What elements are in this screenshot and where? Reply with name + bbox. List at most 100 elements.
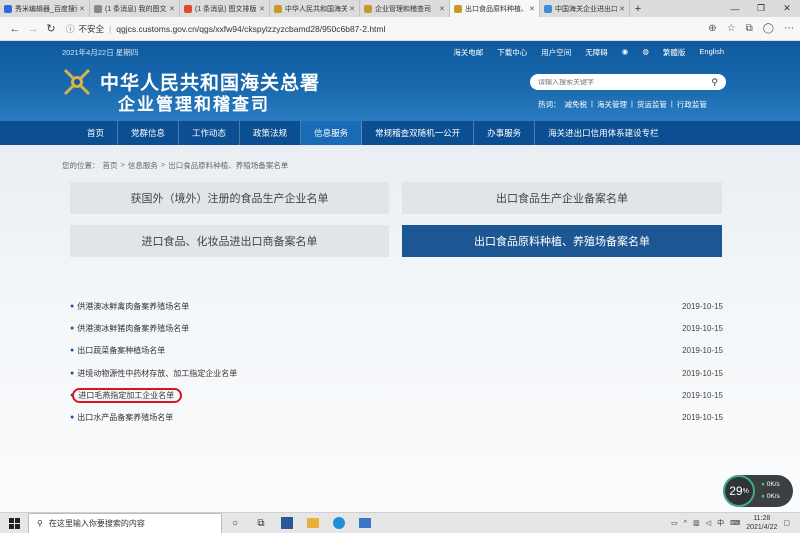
tab-close-icon[interactable]: ✕	[619, 5, 625, 13]
document-list: ● 供港澳冰鲜禽肉备案养殖场名单 2019-10-15 ● 供港澳冰鲜猪肉备案养…	[70, 295, 723, 429]
tab-label: 秀米编辑器_百度搜索	[15, 5, 78, 13]
forward-icon[interactable]: →	[24, 20, 42, 38]
network-icon[interactable]: ▥	[693, 519, 700, 527]
category-export-producers[interactable]: 出口食品生产企业备案名单	[402, 182, 722, 214]
tab-label: 中国海关企业进出口	[555, 5, 618, 13]
tray-app-icon[interactable]: ▭	[671, 519, 678, 527]
cortana-icon[interactable]: ○	[222, 513, 248, 533]
profile-icon[interactable]: ◯	[763, 23, 774, 34]
notification-icon[interactable]: ▢	[783, 519, 790, 527]
tab-close-icon[interactable]: ✕	[259, 5, 265, 13]
hot-word[interactable]: 减免税	[565, 99, 588, 110]
browser-tab[interactable]: 中华人民共和国海关 ✕	[270, 0, 360, 17]
percent-unit: %	[742, 487, 749, 495]
site-subtitle: 企业管理和稽查司	[118, 95, 270, 115]
taskbar-search-box[interactable]: ⚲ 在这里输入你要搜索的内容	[28, 512, 222, 533]
browser-tab[interactable]: 中国海关企业进出口 ✕	[540, 0, 630, 17]
browser-tab-active[interactable]: 出口食品原料种植、 ✕	[450, 0, 540, 17]
nav-item-credit[interactable]: 海关进出口信用体系建设专栏	[535, 121, 672, 145]
nav-item-info-service[interactable]: 信息服务	[301, 121, 363, 145]
bullet-icon: ●	[70, 414, 75, 422]
address-bar-icons: ⊕ ☆ ⧉ ◯ ⋯	[708, 23, 794, 34]
top-link-traditional[interactable]: 繁體版	[663, 47, 686, 58]
breadcrumb-home[interactable]: 首页	[103, 160, 118, 171]
collections-icon[interactable]: ⧉	[746, 23, 753, 34]
tab-favicon-icon	[454, 4, 462, 13]
edge-icon[interactable]	[326, 513, 352, 533]
favorite-icon[interactable]: ☆	[727, 23, 736, 34]
top-link-email[interactable]: 海关电邮	[453, 47, 483, 58]
main-nav: 首页 党群信息 工作动态 政策法规 信息服务 常规稽查双随机一公开 办事服务 海…	[0, 121, 800, 145]
nav-item-work[interactable]: 工作动态	[179, 121, 241, 145]
file-explorer-icon[interactable]	[300, 513, 326, 533]
top-link-accessibility[interactable]: 无障碍	[585, 47, 608, 58]
breadcrumb-info-service[interactable]: 信息服务	[128, 160, 158, 171]
task-view-icon[interactable]: ⧉	[248, 513, 274, 533]
new-tab-button[interactable]: +	[630, 0, 646, 17]
tab-label: (1 条消息) 图文排版	[195, 5, 257, 13]
category-import-traders[interactable]: 进口食品、化妆品进出口商备案名单	[70, 225, 389, 257]
search-icon[interactable]: ⚲	[711, 77, 718, 88]
nav-item-party[interactable]: 党群信息	[118, 121, 180, 145]
minimize-icon[interactable]: —	[722, 0, 748, 17]
top-link-download[interactable]: 下载中心	[497, 47, 527, 58]
nav-item-random-audit[interactable]: 常规稽查双随机一公开	[362, 121, 475, 145]
browser-tab[interactable]: (1 条消息) 图文排版 ✕	[180, 0, 270, 17]
tab-close-icon[interactable]: ✕	[349, 5, 355, 13]
tab-favicon-icon	[94, 4, 102, 13]
close-window-icon[interactable]: ✕	[774, 0, 800, 17]
chevron-up-icon[interactable]: ^	[684, 520, 687, 527]
category-planting-breeding[interactable]: 出口食品原料种植、养殖场备案名单	[402, 225, 722, 257]
hot-word[interactable]: 行政监管	[677, 99, 707, 110]
site-search-input[interactable]	[538, 78, 712, 86]
list-item[interactable]: ● 供港澳冰鲜猪肉备案养殖场名单 2019-10-15	[70, 317, 723, 339]
top-link-user-space[interactable]: 用户空间	[541, 47, 571, 58]
tab-close-icon[interactable]: ✕	[79, 5, 85, 13]
more-icon[interactable]: ⋯	[784, 23, 794, 34]
browser-tab[interactable]: 企业管理和稽查司 ✕	[360, 0, 450, 17]
tab-favicon-icon	[4, 4, 12, 13]
list-item-highlighted[interactable]: ● 进口毛燕指定加工企业名单 2019-10-15	[70, 384, 723, 406]
maximize-icon[interactable]: ❐	[748, 0, 774, 17]
url-field[interactable]: ⓘ 不安全 | qgjcs.customs.gov.cn/qgs/xxfw94/…	[66, 20, 686, 38]
refresh-icon[interactable]: ↻	[42, 20, 60, 38]
hot-word[interactable]: 海关管理	[597, 99, 627, 110]
back-icon[interactable]: ←	[6, 20, 24, 38]
list-item-date: 2019-10-15	[682, 346, 723, 356]
nav-item-service[interactable]: 办事服务	[474, 121, 536, 145]
list-item[interactable]: ● 进境动物源性中药材存放、加工指定企业名单 2019-10-15	[70, 362, 723, 384]
category-foreign-registered[interactable]: 获国外（境外）注册的食品生产企业名单	[70, 182, 389, 214]
word-icon[interactable]	[274, 513, 300, 533]
tab-label: 中华人民共和国海关	[285, 5, 348, 13]
windows-taskbar: ⚲ 在这里输入你要搜索的内容 ○ ⧉ ▭ ^ ▥ ◁ 中 ⌨ 11:28 202…	[0, 512, 800, 533]
clock[interactable]: 11:28 2021/4/22	[746, 514, 777, 532]
tab-close-icon[interactable]: ✕	[439, 5, 445, 13]
browser-tab[interactable]: (1 条消息) 我的图文 ✕	[90, 0, 180, 17]
tab-favicon-icon	[544, 4, 552, 13]
list-item-date: 2019-10-15	[682, 323, 723, 333]
ime-indicator[interactable]: 中	[717, 518, 724, 528]
browser-tab[interactable]: 秀米编辑器_百度搜索 ✕	[0, 0, 90, 17]
weibo-icon[interactable]: ◉	[622, 47, 629, 58]
tab-close-icon[interactable]: ✕	[169, 5, 175, 13]
wechat-icon[interactable]: ◍	[642, 47, 649, 58]
photos-icon[interactable]	[352, 513, 378, 533]
bullet-icon: ●	[70, 347, 75, 355]
top-link-english[interactable]: English	[699, 47, 724, 58]
windows-start-icon[interactable]	[0, 513, 28, 533]
network-speed-widget[interactable]: 29% ● 0K/s ● 0K/s	[723, 475, 793, 507]
reading-view-icon[interactable]: ⊕	[708, 23, 716, 34]
hot-word[interactable]: 货运监管	[637, 99, 667, 110]
red-circle-annotation[interactable]: 进口毛燕指定加工企业名单	[72, 387, 183, 403]
list-item-title: 进境动物源性中药材存放、加工指定企业名单	[77, 368, 238, 378]
nav-item-policy[interactable]: 政策法规	[240, 121, 302, 145]
list-item[interactable]: ● 出口水产品备案养殖场名单 2019-10-15	[70, 406, 723, 428]
volume-icon[interactable]: ◁	[706, 519, 711, 527]
nav-item-home[interactable]: 首页	[74, 121, 119, 145]
keyboard-icon[interactable]: ⌨	[730, 519, 740, 527]
list-item-title: 出口水产品备案养殖场名单	[77, 413, 174, 423]
tab-close-icon[interactable]: ✕	[529, 5, 535, 13]
tab-label: 出口食品原料种植、	[465, 5, 528, 13]
list-item[interactable]: ● 出口蔬菜备案种植场名单 2019-10-15	[70, 340, 723, 362]
list-item[interactable]: ● 供港澳冰鲜禽肉备案养殖场名单 2019-10-15	[70, 295, 723, 317]
